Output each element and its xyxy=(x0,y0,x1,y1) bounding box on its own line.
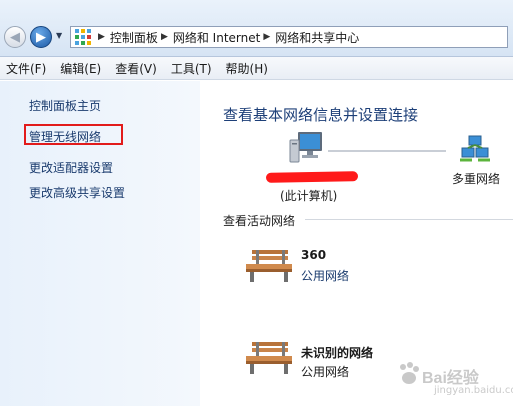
public-network-bench-icon xyxy=(246,250,292,282)
watermark-url: jingyan.baidu.com xyxy=(434,385,513,396)
connection-line xyxy=(328,150,446,152)
paw-logo-icon xyxy=(400,362,419,384)
breadcrumb-control-panel[interactable]: 控制面板 xyxy=(110,29,158,46)
address-bar[interactable]: ▶ 控制面板 ▶ 网络和 Internet ▶ 网络和共享中心 xyxy=(70,26,508,48)
baidu-watermark: Bai经验 jingyan.baidu.com xyxy=(388,358,513,404)
menu-edit[interactable]: 编辑(E) xyxy=(60,60,101,77)
back-button[interactable]: ◀ xyxy=(4,26,26,48)
multiple-networks-label: 多重网络 xyxy=(452,172,501,186)
highlight-annotation xyxy=(24,124,123,145)
forward-button[interactable]: ▶ xyxy=(30,26,52,48)
menu-view[interactable]: 查看(V) xyxy=(115,60,157,77)
change-adapter-settings-link[interactable]: 更改适配器设置 xyxy=(29,159,113,176)
address-toolbar: ◀ ▶ ▼ ▶ 控制面板 ▶ 网络和 Internet ▶ 网络和共享中心 xyxy=(0,0,513,57)
recent-pages-dropdown[interactable]: ▼ xyxy=(56,31,62,40)
network-type-label: 公用网络 xyxy=(301,365,350,379)
this-computer-label: (此计算机) xyxy=(280,189,338,203)
network-name: 未识别的网络 xyxy=(301,346,374,360)
active-networks-heading: 查看活动网络 xyxy=(223,214,296,228)
network-type-link[interactable]: 公用网络 xyxy=(301,267,349,284)
chevron-right-icon[interactable]: ▶ xyxy=(161,32,168,42)
section-divider xyxy=(305,219,513,220)
page-title: 查看基本网络信息并设置连接 xyxy=(223,106,419,124)
control-panel-icon xyxy=(75,29,91,45)
menu-tools[interactable]: 工具(T) xyxy=(171,60,212,77)
network-name: 360 xyxy=(301,248,327,262)
arrow-right-icon: ▶ xyxy=(36,29,46,45)
breadcrumb-network-sharing-center[interactable]: 网络和共享中心 xyxy=(275,29,359,46)
public-network-bench-icon xyxy=(246,342,292,374)
breadcrumb-network-internet[interactable]: 网络和 Internet xyxy=(173,29,260,46)
redacted-computer-name xyxy=(265,171,359,183)
chevron-right-icon[interactable]: ▶ xyxy=(263,32,270,42)
menu-bar: 文件(F) 编辑(E) 查看(V) 工具(T) 帮助(H) xyxy=(0,57,513,80)
menu-help[interactable]: 帮助(H) xyxy=(226,60,268,77)
control-panel-home-link[interactable]: 控制面板主页 xyxy=(29,97,101,114)
multiple-networks-icon[interactable] xyxy=(458,130,492,164)
advanced-sharing-settings-link[interactable]: 更改高级共享设置 xyxy=(29,184,125,201)
computer-icon[interactable] xyxy=(288,130,324,164)
arrow-left-icon: ◀ xyxy=(10,29,20,45)
chevron-right-icon[interactable]: ▶ xyxy=(98,32,105,42)
menu-file[interactable]: 文件(F) xyxy=(6,60,46,77)
